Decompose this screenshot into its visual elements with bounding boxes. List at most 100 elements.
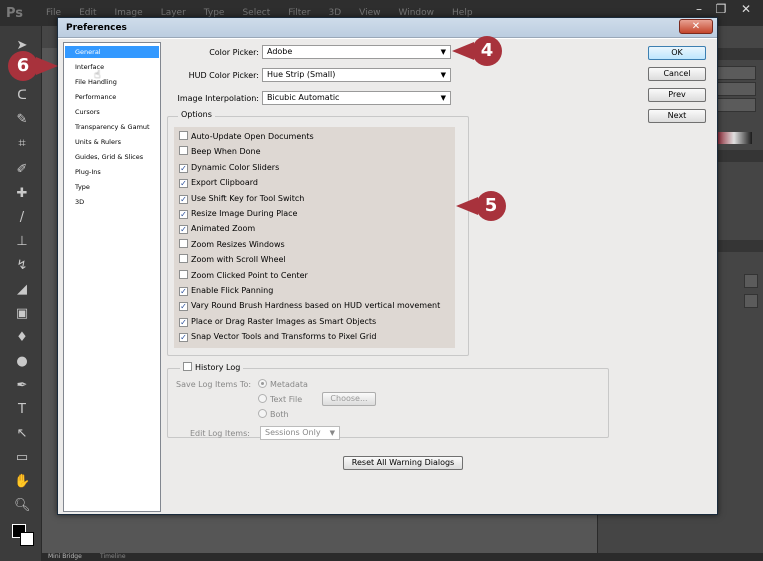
- callout-number: 6: [8, 51, 38, 81]
- radio-both-label: Both: [270, 410, 289, 419]
- background-color-swatch[interactable]: [20, 532, 34, 546]
- ok-button[interactable]: OK: [648, 46, 706, 60]
- option-label: Zoom Clicked Point to Center: [191, 270, 308, 280]
- checkbox-box: ✓: [179, 333, 188, 343]
- history-log-group: [167, 368, 609, 438]
- hand-cursor-icon: ☝: [94, 68, 101, 81]
- choose-button[interactable]: Choose...: [322, 392, 376, 406]
- hand-tool-icon[interactable]: ✋: [14, 474, 30, 490]
- hud-color-picker-label: HUD Color Picker:: [188, 71, 259, 80]
- color-picker-label: Color Picker:: [209, 48, 259, 57]
- option-checkbox[interactable]: ✓ Dynamic Color Sliders: [179, 162, 279, 174]
- maximize-icon[interactable]: ❐: [710, 0, 732, 18]
- checkbox-box: ✓: [179, 225, 188, 235]
- option-checkbox[interactable]: ✓ Place or Drag Raster Images as Smart Ob…: [179, 316, 376, 328]
- option-label: Place or Drag Raster Images as Smart Obj…: [191, 316, 377, 326]
- color-picker-select[interactable]: Adobe ▼: [262, 45, 451, 59]
- history-log-label: History Log: [195, 363, 241, 372]
- photoshop-logo: Ps: [6, 6, 24, 21]
- checkbox-box: [179, 146, 188, 156]
- option-checkbox[interactable]: ✓ Export Clipboard: [179, 177, 258, 189]
- edit-log-items-select[interactable]: Sessions Only ▼: [260, 426, 340, 440]
- image-interpolation-select[interactable]: Bicubic Automatic ▼: [262, 91, 451, 105]
- option-checkbox[interactable]: Zoom Resizes Windows: [179, 238, 285, 251]
- option-label: Snap Vector Tools and Transforms to Pixe…: [191, 332, 377, 342]
- gradient-tool-icon[interactable]: ▣: [14, 306, 30, 322]
- crop-tool-icon[interactable]: ⌗: [14, 136, 30, 152]
- lasso-tool-icon[interactable]: ᑕ: [14, 88, 30, 104]
- category-item[interactable]: General: [65, 46, 159, 58]
- option-checkbox[interactable]: ✓ Animated Zoom: [179, 223, 255, 235]
- path-select-icon[interactable]: ↖: [14, 426, 30, 442]
- type-tool-icon[interactable]: T: [14, 402, 30, 418]
- option-checkbox[interactable]: ✓ Vary Round Brush Hardness based on HUD …: [179, 300, 440, 312]
- shape-tool-icon[interactable]: ▭: [14, 450, 30, 466]
- dialog-titlebar: Preferences ✕: [58, 18, 717, 38]
- option-checkbox[interactable]: Auto-Update Open Documents: [179, 131, 314, 143]
- eraser-tool-icon[interactable]: ◢: [14, 282, 30, 298]
- category-item[interactable]: Type: [65, 181, 159, 193]
- option-label: Use Shift Key for Tool Switch: [191, 193, 305, 203]
- radio-dot: [258, 394, 267, 403]
- hud-color-picker-select[interactable]: Hue Strip (Small) ▼: [262, 68, 451, 82]
- category-item[interactable]: File Handling: [65, 76, 159, 88]
- zoom-tool-icon[interactable]: 🔍︎: [14, 498, 31, 514]
- stamp-tool-icon[interactable]: ⊥: [14, 234, 30, 250]
- color-ramp[interactable]: [716, 132, 752, 144]
- brush-tool-icon[interactable]: /: [14, 210, 30, 226]
- category-item[interactable]: Transparency & Gamut: [65, 121, 159, 133]
- history-log-checkbox[interactable]: History Log: [180, 362, 244, 374]
- quick-select-tool-icon[interactable]: ✎: [14, 112, 30, 128]
- option-checkbox[interactable]: ✓ Enable Flick Panning: [179, 285, 273, 297]
- checkbox-box: ✓: [179, 210, 188, 219]
- category-item[interactable]: Guides, Grid & Slices: [65, 151, 159, 163]
- dodge-tool-icon[interactable]: ●: [14, 354, 30, 370]
- option-label: Animated Zoom: [191, 224, 256, 234]
- bottom-panel-bar: [42, 553, 763, 561]
- tools-panel: ➤ ⬚ ᑕ ✎ ⌗ ✐ ✚ / ⊥ ↯ ◢ ▣ ♦ ● ✒ T ↖ ▭ ✋ 🔍︎: [0, 26, 42, 561]
- radio-metadata[interactable]: Metadata: [258, 379, 308, 391]
- radio-text-file[interactable]: Text File: [258, 394, 302, 406]
- option-checkbox[interactable]: ✓ Use Shift Key for Tool Switch: [179, 193, 304, 205]
- category-item[interactable]: 3D: [65, 196, 159, 208]
- prev-button[interactable]: Prev: [648, 88, 706, 102]
- chevron-down-icon: ▼: [329, 429, 335, 437]
- save-log-items-label: Save Log Items To:: [176, 380, 252, 389]
- radio-both[interactable]: Both: [258, 409, 289, 421]
- option-label: Enable Flick Panning: [191, 286, 274, 295]
- category-item[interactable]: Cursors: [65, 106, 159, 118]
- image-interpolation-value: Bicubic Automatic: [267, 93, 340, 102]
- callout-arrow: [456, 197, 478, 215]
- minimize-icon[interactable]: –: [688, 0, 710, 18]
- reset-warning-dialogs-button[interactable]: Reset All Warning Dialogs: [343, 456, 463, 470]
- category-item[interactable]: Performance: [65, 91, 159, 103]
- next-button[interactable]: Next: [648, 109, 706, 123]
- checkbox-box: ✓: [179, 194, 188, 204]
- option-checkbox[interactable]: ✓ Resize Image During Place: [179, 208, 297, 220]
- category-item[interactable]: Interface: [65, 61, 159, 73]
- healing-brush-icon[interactable]: ✚: [14, 186, 30, 202]
- hud-color-picker-value: Hue Strip (Small): [267, 70, 336, 79]
- callout-arrow: [36, 57, 58, 75]
- app-close-icon[interactable]: ✕: [732, 0, 760, 18]
- blur-tool-icon[interactable]: ♦: [14, 330, 30, 346]
- radio-metadata-label: Metadata: [270, 380, 308, 389]
- panel-dropdown[interactable]: [744, 274, 758, 288]
- mini-bridge-tab[interactable]: Mini Bridge: [48, 553, 82, 561]
- option-checkbox[interactable]: ✓ Snap Vector Tools and Transforms to Pix…: [179, 331, 376, 343]
- image-interpolation-label: Image Interpolation:: [177, 94, 260, 103]
- category-item[interactable]: Plug-Ins: [65, 166, 159, 178]
- timeline-tab[interactable]: Timeline: [100, 553, 126, 561]
- category-item[interactable]: Units & Rulers: [65, 136, 159, 148]
- history-brush-icon[interactable]: ↯: [14, 258, 30, 274]
- option-checkbox[interactable]: Zoom with Scroll Wheel: [179, 254, 286, 266]
- pen-tool-icon[interactable]: ✒: [14, 378, 30, 394]
- option-checkbox[interactable]: Beep When Done: [179, 146, 261, 158]
- cancel-button[interactable]: Cancel: [648, 67, 706, 81]
- close-icon[interactable]: ✕: [679, 19, 713, 34]
- options-group-title: Options: [178, 110, 215, 119]
- callout-number: 4: [472, 36, 502, 66]
- panel-dropdown[interactable]: [744, 294, 758, 308]
- option-checkbox[interactable]: Zoom Clicked Point to Center: [179, 269, 308, 282]
- eyedropper-tool-icon[interactable]: ✐: [14, 162, 30, 178]
